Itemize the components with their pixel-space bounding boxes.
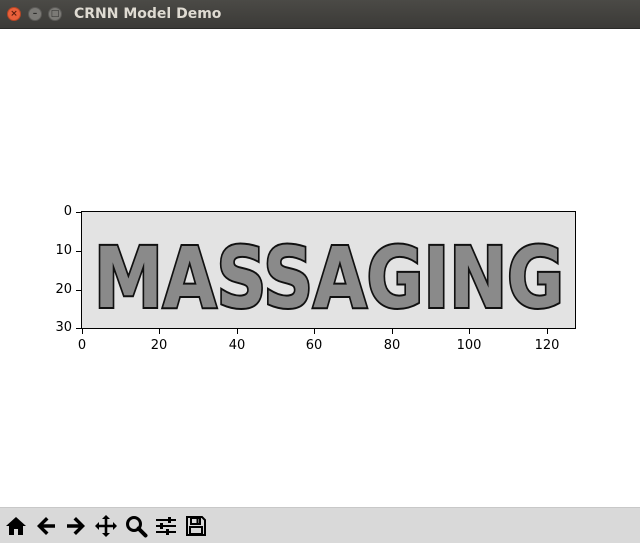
x-tick-label: 100	[456, 338, 482, 353]
x-tick-label: 60	[305, 338, 323, 353]
title-bar: × – □ CRNN Model Demo	[0, 0, 640, 29]
pan-icon	[95, 515, 117, 537]
x-tick-label: 80	[383, 338, 401, 353]
home-icon	[6, 517, 26, 535]
zoom-button[interactable]	[122, 512, 150, 540]
pan-button[interactable]	[92, 512, 120, 540]
y-tick-mark	[76, 251, 81, 252]
back-button[interactable]	[32, 512, 60, 540]
x-tick-mark	[159, 329, 160, 334]
x-tick-mark	[547, 329, 548, 334]
x-tick-mark	[82, 329, 83, 334]
window-title: CRNN Model Demo	[74, 6, 222, 22]
y-tick-mark	[76, 328, 81, 329]
minimize-window-button[interactable]: –	[28, 7, 42, 21]
y-tick-mark	[76, 290, 81, 291]
forward-icon	[67, 517, 85, 535]
forward-button[interactable]	[62, 512, 90, 540]
x-tick-mark	[314, 329, 315, 334]
configure-subplots-button[interactable]	[152, 512, 180, 540]
y-tick-mark	[76, 212, 81, 213]
image-plot[interactable]: MASSAGING	[81, 211, 576, 329]
y-tick-label: 0	[63, 204, 72, 219]
close-window-button[interactable]: ×	[7, 7, 21, 21]
subplots-icon	[156, 517, 176, 535]
save-button[interactable]	[182, 512, 210, 540]
navigation-toolbar	[0, 507, 640, 543]
y-tick-label: 10	[55, 243, 72, 258]
x-tick-mark	[392, 329, 393, 334]
x-tick-label: 20	[150, 338, 168, 353]
zoom-icon	[126, 516, 148, 538]
x-tick-mark	[237, 329, 238, 334]
x-tick-mark	[469, 329, 470, 334]
image-word: MASSAGING	[94, 229, 564, 327]
x-tick-label: 120	[534, 338, 560, 353]
x-tick-label: 0	[77, 338, 87, 353]
back-icon	[37, 517, 55, 535]
x-tick-label: 40	[228, 338, 246, 353]
home-button[interactable]	[2, 512, 30, 540]
y-tick-label: 30	[55, 320, 72, 335]
y-tick-label: 20	[55, 282, 72, 297]
save-icon	[186, 516, 206, 536]
maximize-window-button[interactable]: □	[48, 7, 62, 21]
